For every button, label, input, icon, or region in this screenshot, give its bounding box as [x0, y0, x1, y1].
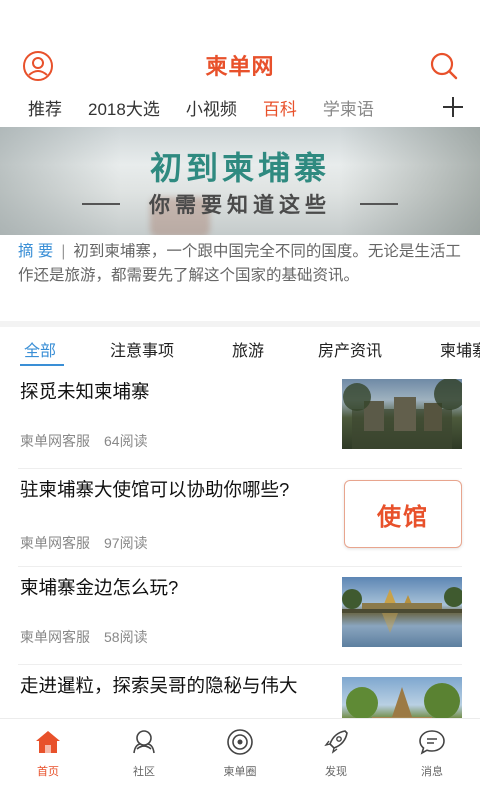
article-author: 柬单网客服 [20, 433, 90, 449]
category-real-estate[interactable]: 房产资讯 [318, 337, 382, 361]
article-title[interactable]: 走进暹粒，探索吴哥的隐秘与伟大 [20, 673, 320, 699]
article-meta: 柬单网客服 58阅读 [20, 627, 148, 647]
category-cambodia[interactable]: 柬埔寨 [440, 337, 480, 361]
embassy-card-text: 使馆 [377, 503, 429, 531]
top-tab-bar: 推荐 2018大选 小视频 百科 学柬语 [0, 88, 480, 126]
nav-discover-label: 发现 [325, 766, 347, 778]
nav-messages[interactable]: 消息 [384, 719, 480, 800]
tab-short-video[interactable]: 小视频 [186, 95, 237, 120]
banner-subtitle: 你需要知道这些 [149, 194, 331, 217]
article-reads: 64阅读 [104, 433, 148, 449]
embassy-card[interactable]: 使馆 [344, 480, 462, 548]
community-icon [133, 730, 155, 754]
add-tab-icon[interactable] [440, 94, 466, 120]
app-header: 柬单网 [0, 42, 480, 88]
article-thumbnail[interactable] [342, 577, 462, 647]
nav-circle-label: 柬单圈 [223, 766, 257, 778]
banner-title: 初到柬埔寨 [149, 150, 330, 186]
nav-home-label: 首页 [37, 766, 59, 778]
nav-messages-label: 消息 [421, 766, 443, 778]
article-reads: 97阅读 [104, 535, 148, 551]
nav-circle[interactable]: 柬单圈 [192, 719, 288, 800]
category-tab-bar: 全部 注意事项 旅游 房产资讯 柬埔寨 [0, 328, 480, 368]
nav-discover[interactable]: 发现 [288, 719, 384, 800]
nav-community-label: 社区 [133, 766, 155, 778]
article-title[interactable]: 柬埔寨金边怎么玩? [20, 575, 320, 601]
hero-banner: 初到柬埔寨 你需要知道这些 [0, 127, 480, 235]
category-travel[interactable]: 旅游 [232, 337, 264, 361]
app-title: 柬单网 [205, 54, 275, 80]
nav-home[interactable]: 首页 [0, 719, 96, 800]
article-reads: 58阅读 [104, 629, 148, 645]
message-icon [419, 730, 445, 755]
category-underline [20, 364, 64, 366]
article-author: 柬单网客服 [20, 535, 90, 551]
article-meta: 柬单网客服 64阅读 [20, 431, 148, 451]
article-item[interactable]: 驻柬埔寨大使馆可以协助你哪些? 柬单网客服 97阅读 使馆 [0, 469, 480, 567]
tab-learn-khmer[interactable]: 学柬语 [323, 95, 374, 120]
article-author: 柬单网客服 [20, 629, 90, 645]
tab-recommend[interactable]: 推荐 [28, 95, 62, 120]
summary: 摘 要 | 初到柬埔寨，一个跟中国完全不同的国度。无论是生活工作还是旅游，都需要先了… [18, 240, 464, 288]
user-icon[interactable] [22, 50, 54, 82]
status-bar [0, 0, 480, 42]
nav-community[interactable]: 社区 [96, 719, 192, 800]
tab-encyclopedia[interactable]: 百科 [263, 95, 297, 120]
section-divider [0, 321, 480, 327]
summary-separator: | [61, 243, 66, 260]
category-notices[interactable]: 注意事项 [110, 337, 174, 361]
article-title[interactable]: 探觅未知柬埔寨 [20, 379, 320, 405]
rocket-icon [324, 730, 348, 754]
home-icon [36, 731, 60, 753]
article-item[interactable]: 柬埔寨金边怎么玩? 柬单网客服 58阅读 [0, 567, 480, 665]
summary-label: 摘 要 [18, 243, 54, 260]
article-meta: 柬单网客服 97阅读 [20, 533, 148, 553]
summary-text: 初到柬埔寨，一个跟中国完全不同的国度。无论是生活工作还是旅游，都需要先了解这个国… [18, 243, 461, 284]
article-item[interactable]: 探觅未知柬埔寨 柬单网客服 64阅读 [0, 371, 480, 469]
search-icon[interactable] [428, 50, 460, 82]
tab-election-2018[interactable]: 2018大选 [88, 95, 160, 120]
article-thumbnail[interactable] [342, 379, 462, 449]
banner-line-right [360, 203, 398, 205]
bottom-nav: 首页 社区 柬单圈 发现 消息 [0, 718, 480, 800]
circle-icon [227, 729, 253, 755]
category-all[interactable]: 全部 [24, 337, 56, 361]
article-title[interactable]: 驻柬埔寨大使馆可以协助你哪些? [20, 477, 320, 503]
